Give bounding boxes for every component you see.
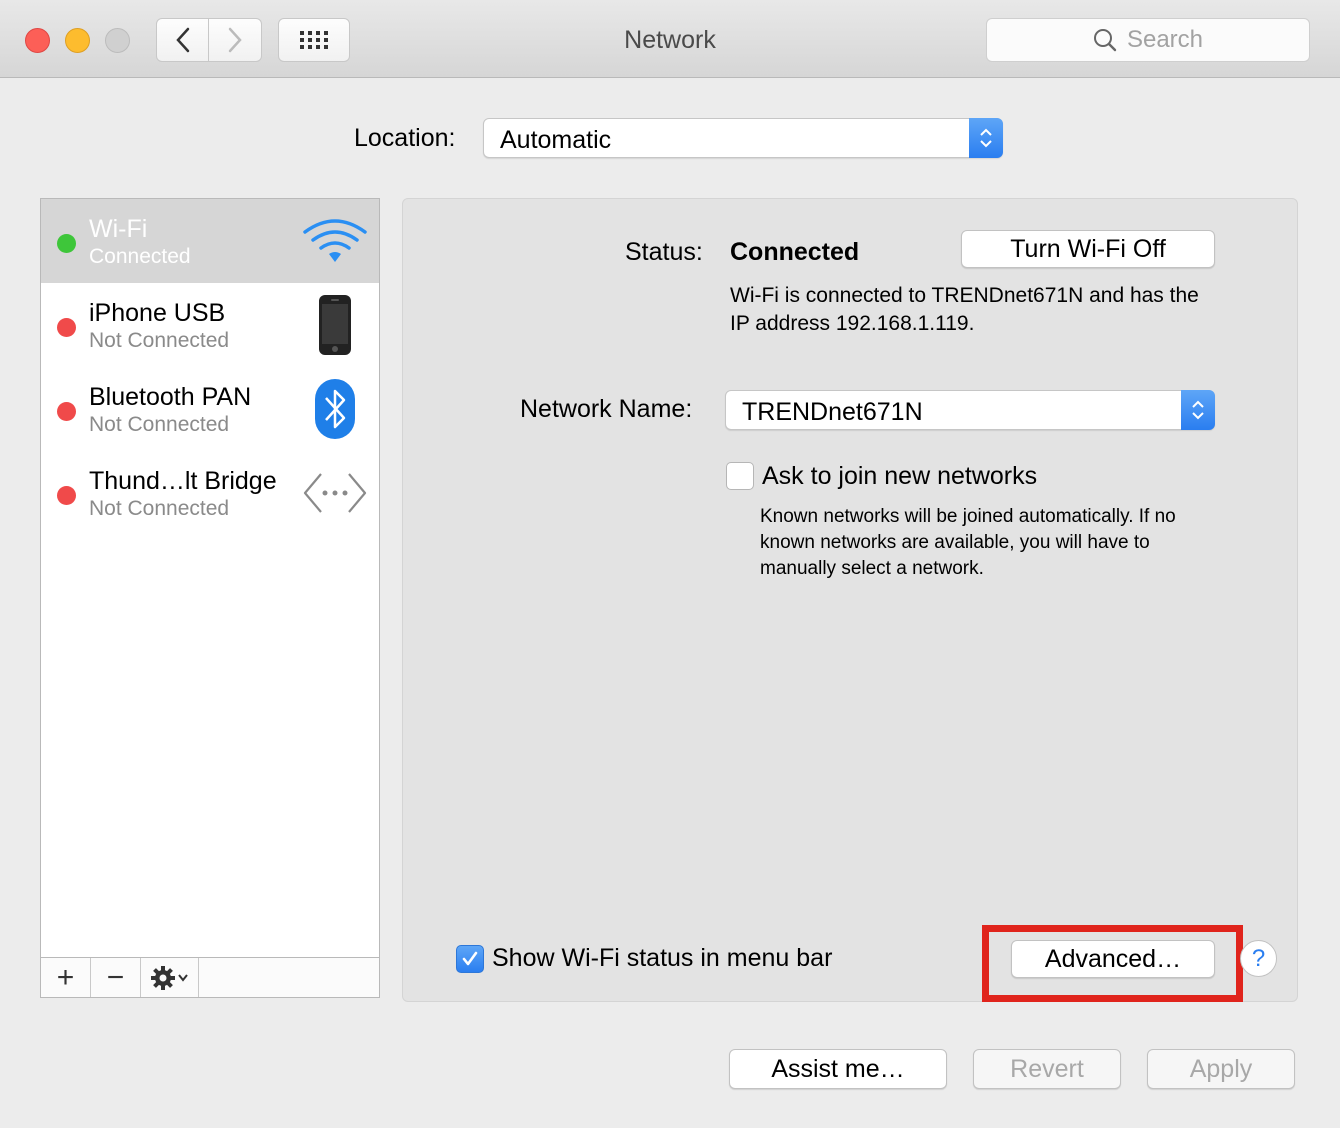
apply-button[interactable]: Apply [1147, 1049, 1295, 1089]
wifi-icon [303, 209, 367, 273]
title-bar: Network Search [0, 0, 1340, 78]
status-value: Connected [730, 238, 860, 266]
ask-join-checkbox[interactable] [726, 462, 754, 490]
location-popup[interactable]: Automatic [483, 118, 1003, 158]
assist-me-button[interactable]: Assist me… [729, 1049, 947, 1089]
turn-wifi-off-button[interactable]: Turn Wi-Fi Off [961, 230, 1215, 268]
service-item-thunderbolt-bridge[interactable]: Thund…lt Bridge Not Connected [41, 451, 379, 535]
remove-service-button[interactable]: − [91, 958, 141, 997]
status-dot-not-connected [57, 318, 76, 337]
service-status: Not Connected [89, 413, 230, 436]
network-name-popup[interactable]: TRENDnet671N [725, 390, 1215, 430]
iphone-icon [303, 293, 367, 357]
status-description: Wi-Fi is connected to TRENDnet671N and h… [730, 284, 1199, 335]
network-name-label: Network Name: [520, 395, 693, 423]
status-dot-not-connected [57, 402, 76, 421]
location-label: Location: [354, 124, 456, 152]
show-wifi-status-label[interactable]: Show Wi-Fi status in menu bar [492, 944, 832, 973]
service-item-wifi[interactable]: Wi-Fi Connected [41, 199, 379, 283]
help-button[interactable]: ? [1240, 940, 1277, 977]
search-field[interactable]: Search [986, 18, 1310, 62]
thunderbolt-bridge-icon [303, 461, 367, 525]
status-dot-not-connected [57, 486, 76, 505]
service-status: Connected [89, 245, 191, 268]
ask-join-label[interactable]: Ask to join new networks [762, 462, 1037, 491]
updown-arrows-icon [969, 118, 1003, 158]
service-name: Bluetooth PAN [89, 383, 252, 411]
updown-arrows-icon [1181, 390, 1215, 430]
search-icon [1093, 29, 1117, 52]
status-label: Status: [625, 238, 703, 266]
status-dot-connected [57, 234, 76, 253]
service-list: Wi-Fi Connected iPhone USB Not Connected [40, 198, 380, 958]
gear-icon [150, 965, 188, 990]
show-wifi-status-checkbox[interactable] [456, 945, 484, 973]
add-service-button[interactable]: + [41, 958, 91, 997]
network-name-value: TRENDnet671N [742, 398, 923, 426]
service-item-bluetooth-pan[interactable]: Bluetooth PAN Not Connected [41, 367, 379, 451]
service-status: Not Connected [89, 329, 230, 352]
checkmark-icon [462, 951, 478, 966]
service-name: Wi-Fi [89, 215, 148, 243]
revert-button[interactable]: Revert [973, 1049, 1121, 1089]
service-name: iPhone USB [89, 299, 226, 327]
service-name: Thund…lt Bridge [89, 467, 277, 495]
service-list-toolbar: + − [40, 958, 380, 998]
service-item-iphone-usb[interactable]: iPhone USB Not Connected [41, 283, 379, 367]
advanced-button[interactable]: Advanced… [1011, 940, 1215, 978]
search-placeholder: Search [1126, 26, 1204, 53]
ask-join-description: Known networks will be joined automatica… [760, 506, 1176, 579]
location-value: Automatic [500, 126, 612, 154]
bluetooth-icon [303, 377, 367, 441]
action-menu-button[interactable] [141, 958, 199, 997]
service-status: Not Connected [89, 497, 230, 520]
